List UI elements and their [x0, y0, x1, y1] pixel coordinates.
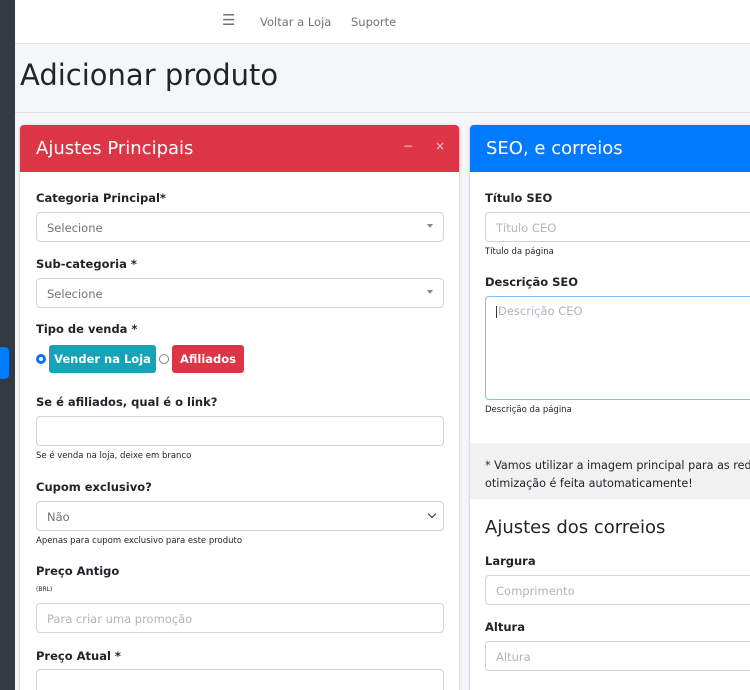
- descricao-seo-placeholder: Descrição CEO: [498, 304, 583, 318]
- link-afiliado-label: Se é afiliados, qual é o link?: [36, 395, 218, 409]
- subcategoria-select[interactable]: Selecione: [36, 278, 444, 308]
- seo-card: SEO, e correios Título SEO Título CEO Tí…: [470, 125, 750, 690]
- correios-section-title: Ajustes dos correios: [485, 517, 666, 538]
- chevron-down-icon: [427, 509, 437, 519]
- vender-na-loja-button[interactable]: Vender na Loja: [49, 345, 156, 373]
- largura-placeholder: Comprimento: [496, 584, 575, 598]
- close-icon[interactable]: ×: [435, 139, 445, 153]
- largura-input[interactable]: Comprimento: [485, 575, 750, 605]
- radio-afiliados[interactable]: [159, 354, 169, 364]
- nav-link-voltar-loja[interactable]: Voltar a Loja: [260, 15, 331, 29]
- radio-vender-loja[interactable]: [36, 354, 46, 364]
- preco-atual-input[interactable]: [36, 669, 444, 690]
- caret-down-icon: [427, 290, 433, 294]
- top-navbar: ☰ Voltar a Loja Suporte: [15, 0, 750, 44]
- nav-link-suporte[interactable]: Suporte: [351, 15, 396, 29]
- categoria-value: Selecione: [47, 221, 103, 235]
- main-settings-card-header: Ajustes Principais − ×: [20, 125, 459, 172]
- altura-label: Altura: [485, 620, 525, 634]
- tipo-venda-label: Tipo de venda *: [36, 322, 138, 336]
- titulo-seo-placeholder: Título CEO: [496, 221, 557, 235]
- titulo-seo-help: Título da página: [485, 247, 554, 257]
- preco-antigo-placeholder: Para criar uma promoção: [47, 612, 193, 626]
- titulo-seo-label: Título SEO: [485, 191, 553, 205]
- categoria-select[interactable]: Selecione: [36, 212, 444, 242]
- card-tools: − ×: [385, 139, 445, 153]
- titulo-seo-input[interactable]: Título CEO: [485, 212, 750, 242]
- descricao-seo-label: Descrição SEO: [485, 275, 579, 289]
- preco-atual-label: Preço Atual *: [36, 649, 121, 663]
- subcategoria-label: Sub-categoria *: [36, 257, 137, 271]
- sidebar-active-item[interactable]: [0, 347, 9, 379]
- altura-input[interactable]: Altura: [485, 641, 750, 671]
- descricao-seo-help: Descrição da página: [485, 405, 572, 415]
- image-note: * Vamos utilizar a imagem principal para…: [485, 457, 750, 493]
- minimize-icon[interactable]: −: [403, 139, 413, 153]
- sidebar: [0, 0, 15, 690]
- note-line-1: * Vamos utilizar a imagem principal para…: [485, 459, 750, 472]
- hamburger-icon[interactable]: ☰: [222, 11, 235, 29]
- descricao-seo-textarea[interactable]: Descrição CEO: [485, 296, 750, 400]
- cupom-help: Apenas para cupom exclusivo para este pr…: [36, 536, 243, 546]
- preco-antigo-label: Preço Antigo: [36, 564, 120, 578]
- cupom-select[interactable]: Não: [36, 501, 444, 531]
- link-afiliado-input[interactable]: [36, 416, 444, 446]
- main-settings-card: Ajustes Principais − × Categoria Princip…: [20, 125, 459, 690]
- altura-placeholder: Altura: [496, 650, 531, 664]
- cupom-value: Não: [47, 510, 70, 524]
- card-title: Ajustes Principais: [36, 138, 194, 159]
- afiliados-button[interactable]: Afiliados: [172, 345, 244, 373]
- divider: [15, 112, 750, 113]
- subcategoria-value: Selecione: [47, 287, 103, 301]
- caret-down-icon: [427, 224, 433, 228]
- card-title: SEO, e correios: [486, 138, 623, 159]
- link-afiliado-help: Se é venda na loja, deixe em branco: [36, 451, 192, 461]
- page-title: Adicionar produto: [20, 58, 279, 92]
- note-line-2: otimização é feita automaticamente!: [485, 477, 693, 490]
- largura-label: Largura: [485, 554, 536, 568]
- categoria-label: Categoria Principal*: [36, 191, 166, 205]
- preco-antigo-currency: (BRL): [36, 586, 53, 593]
- preco-antigo-input[interactable]: Para criar uma promoção: [36, 603, 444, 633]
- text-cursor: [496, 305, 497, 318]
- seo-card-header: SEO, e correios: [470, 125, 750, 172]
- cupom-label: Cupom exclusivo?: [36, 480, 152, 494]
